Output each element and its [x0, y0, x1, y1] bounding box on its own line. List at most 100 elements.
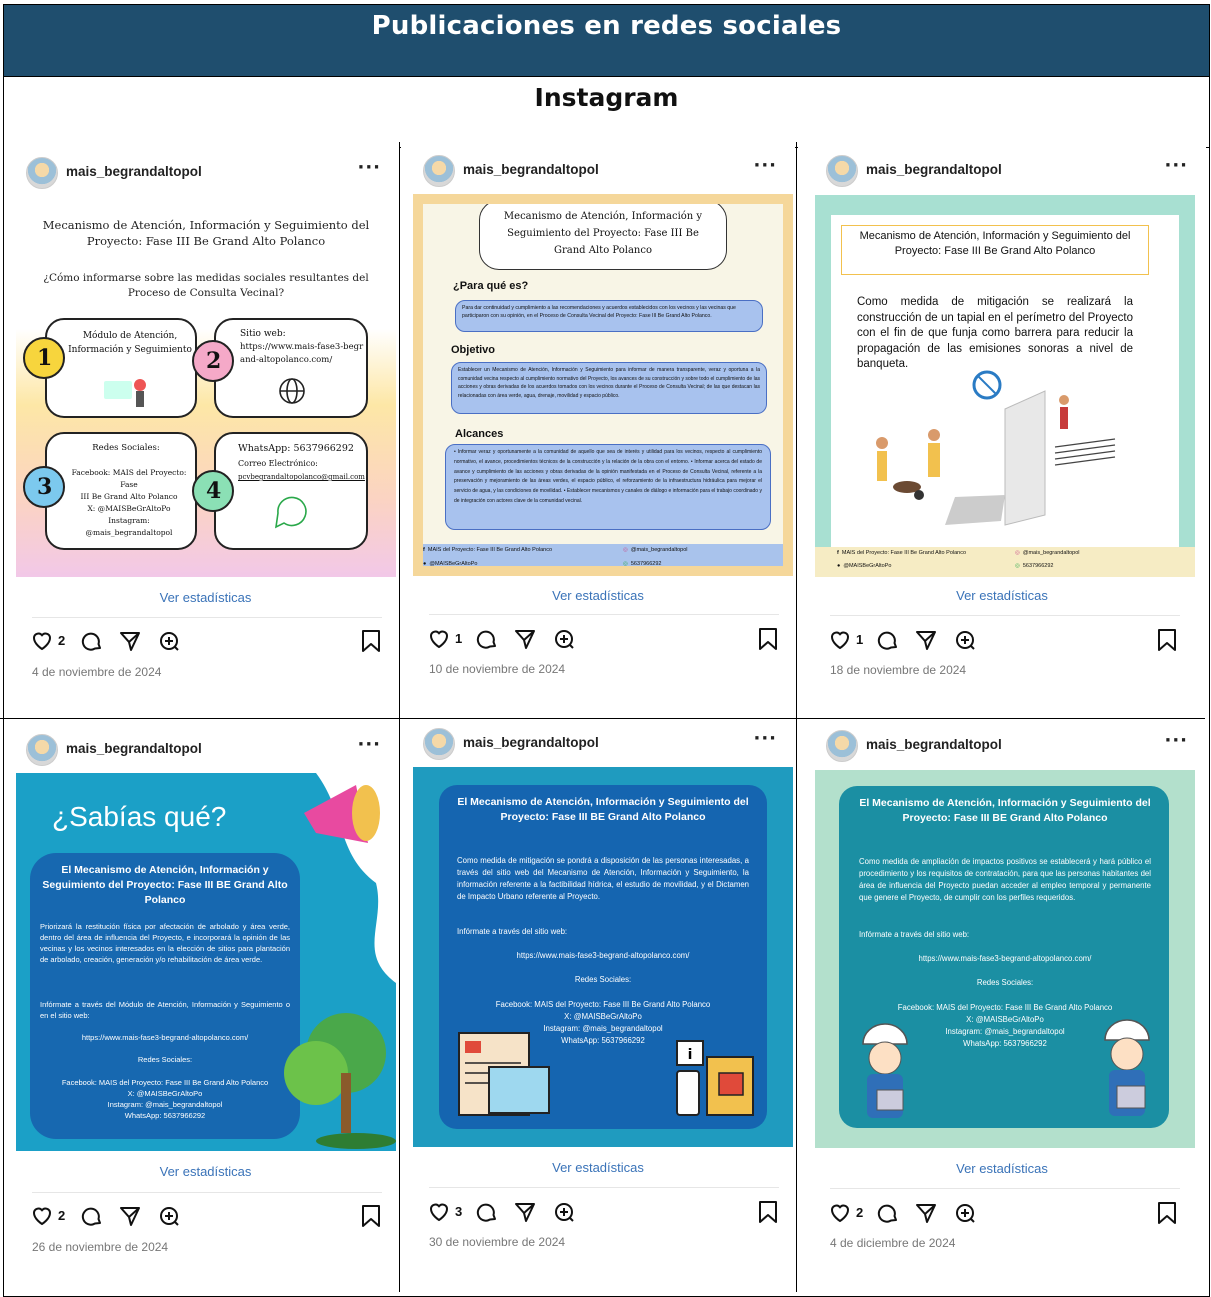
like-count: 1: [455, 631, 463, 646]
footer-x: ● @MAISBeGrAltoPo: [423, 561, 478, 567]
image-question: ¿Cómo informarse sobre las medidas socia…: [43, 272, 369, 299]
action-bar: 2: [828, 1201, 1188, 1227]
post-image[interactable]: Mecanismo de Atención, Información y Seg…: [413, 194, 793, 576]
bookmark-icon[interactable]: [360, 1204, 382, 1228]
box3-line: X: @MAISBeGrAltoPo: [87, 504, 171, 513]
box1-text: Módulo de Atención, Información y Seguim…: [68, 331, 192, 355]
box3-lines: Facebook: MAIS del Proyecto: Fase III Be…: [64, 467, 194, 539]
post-card[interactable]: mais_begrandaltopol ··· Mecanismo de Ate…: [798, 147, 1206, 717]
share-icon[interactable]: [513, 627, 537, 651]
like-count: 2: [856, 1205, 864, 1220]
action-bar: 1: [828, 628, 1188, 654]
post-username[interactable]: mais_begrandaltopol: [66, 164, 202, 179]
post-image[interactable]: ¿Sabías qué? El Mecanismo de Atención, I…: [16, 773, 396, 1151]
social-line: Instagram: @mais_begrandaltopol: [107, 1100, 223, 1109]
heart-icon[interactable]: [30, 629, 54, 653]
more-icon[interactable]: ···: [1164, 155, 1188, 176]
post-card[interactable]: mais_begrandaltopol ··· Mecanismo de Ate…: [4, 147, 399, 717]
comment-icon[interactable]: [80, 629, 104, 653]
document-subtitle: Instagram: [534, 83, 679, 112]
image-body: Priorizará la restitución física por afe…: [40, 922, 290, 964]
image-footer: f MAIS del Proyecto: Fase III Be Grand A…: [423, 544, 783, 567]
comment-icon[interactable]: [475, 1200, 499, 1224]
post-date: 10 de noviembre de 2024: [429, 662, 566, 676]
heart-icon[interactable]: [828, 1201, 852, 1225]
remix-icon[interactable]: [552, 1200, 576, 1224]
share-icon[interactable]: [118, 1204, 142, 1228]
svg-text:i: i: [688, 1047, 693, 1063]
post-date: 4 de noviembre de 2024: [32, 665, 162, 679]
image-headline: ¿Sabías qué?: [52, 801, 227, 832]
post-card[interactable]: mais_begrandaltopol ··· Mecanismo de Ate…: [401, 147, 795, 717]
avatar[interactable]: [26, 734, 58, 766]
remix-icon[interactable]: [552, 627, 576, 651]
box2-title: Sitio web:: [240, 329, 286, 339]
remix-icon[interactable]: [157, 629, 181, 653]
bookmark-icon[interactable]: [1156, 1201, 1178, 1225]
section-text: Para dar continuidad y cumplimiento a la…: [455, 300, 763, 332]
number-badge: 2: [206, 348, 222, 374]
comment-icon[interactable]: [876, 628, 900, 652]
footer-text: @MAISBeGrAltoPo: [843, 563, 892, 569]
view-stats-link[interactable]: Ver estadísticas: [4, 590, 399, 605]
remix-icon[interactable]: [157, 1204, 181, 1228]
heart-icon[interactable]: [427, 627, 451, 651]
section-text: Establecer un Mecanismo de Atención, Inf…: [451, 362, 767, 414]
avatar[interactable]: [423, 728, 455, 760]
share-icon[interactable]: [914, 628, 938, 652]
bookmark-icon[interactable]: [360, 629, 382, 653]
heart-icon[interactable]: [427, 1200, 451, 1224]
post-card[interactable]: mais_begrandaltopol ··· El Mecanismo de …: [798, 720, 1206, 1292]
grid-divider: [796, 142, 797, 1292]
post-image[interactable]: Mecanismo de Atención, Información y Seg…: [815, 195, 1195, 577]
view-stats-link[interactable]: Ver estadísticas: [4, 1164, 399, 1179]
heart-icon[interactable]: [828, 628, 852, 652]
avatar[interactable]: [423, 155, 455, 187]
remix-icon[interactable]: [953, 1201, 977, 1225]
share-icon[interactable]: [513, 1200, 537, 1224]
more-icon[interactable]: ···: [753, 155, 777, 176]
share-icon[interactable]: [118, 629, 142, 653]
heart-icon[interactable]: [30, 1204, 54, 1228]
post-header: mais_begrandaltopol ···: [401, 153, 795, 189]
post-image[interactable]: El Mecanismo de Atención, Información y …: [815, 770, 1195, 1148]
bookmark-icon[interactable]: [1156, 628, 1178, 652]
image-social: Facebook: MAIS del Proyecto: Fase III Be…: [40, 1077, 290, 1121]
comment-icon[interactable]: [475, 627, 499, 651]
avatar[interactable]: [26, 157, 58, 189]
more-icon[interactable]: ···: [357, 734, 381, 755]
footer-instagram: ◎ @mais_begrandaltopol: [623, 547, 688, 553]
post-username[interactable]: mais_begrandaltopol: [463, 735, 599, 750]
view-stats-link[interactable]: Ver estadísticas: [401, 1160, 795, 1175]
box4-email: pcvbegrandaltopolanco@gmail.com: [238, 473, 365, 481]
post-card[interactable]: mais_begrandaltopol ··· ¿Sabías qué? El …: [4, 720, 399, 1292]
post-username[interactable]: mais_begrandaltopol: [866, 162, 1002, 177]
remix-icon[interactable]: [953, 628, 977, 652]
bookmark-icon[interactable]: [757, 1200, 779, 1224]
share-icon[interactable]: [914, 1201, 938, 1225]
box4-sub: Correo Electrónico:: [238, 459, 318, 468]
more-icon[interactable]: ···: [1164, 730, 1188, 751]
comment-icon[interactable]: [80, 1204, 104, 1228]
avatar[interactable]: [826, 155, 858, 187]
image-redes: Redes Sociales:: [137, 1055, 193, 1064]
post-username[interactable]: mais_begrandaltopol: [463, 162, 599, 177]
post-header: mais_begrandaltopol ···: [401, 726, 795, 762]
more-icon[interactable]: ···: [357, 157, 381, 178]
post-username[interactable]: mais_begrandaltopol: [66, 741, 202, 756]
comment-icon[interactable]: [876, 1201, 900, 1225]
post-username[interactable]: mais_begrandaltopol: [866, 737, 1002, 752]
divider: [32, 1192, 382, 1193]
post-image[interactable]: El Mecanismo de Atención, Información y …: [413, 767, 793, 1147]
post-card[interactable]: mais_begrandaltopol ··· El Mecanismo de …: [401, 720, 795, 1292]
subtitle-row: Instagram: [4, 77, 1209, 148]
more-icon[interactable]: ···: [753, 728, 777, 749]
view-stats-link[interactable]: Ver estadísticas: [401, 588, 795, 603]
workers-illustration: [862, 1019, 1150, 1118]
bookmark-icon[interactable]: [757, 627, 779, 651]
view-stats-link[interactable]: Ver estadísticas: [798, 1161, 1206, 1176]
avatar[interactable]: [826, 730, 858, 762]
view-stats-link[interactable]: Ver estadísticas: [798, 588, 1206, 603]
post-image[interactable]: Mecanismo de Atención, Información y Seg…: [16, 195, 396, 577]
post-header: mais_begrandaltopol ···: [798, 153, 1206, 189]
